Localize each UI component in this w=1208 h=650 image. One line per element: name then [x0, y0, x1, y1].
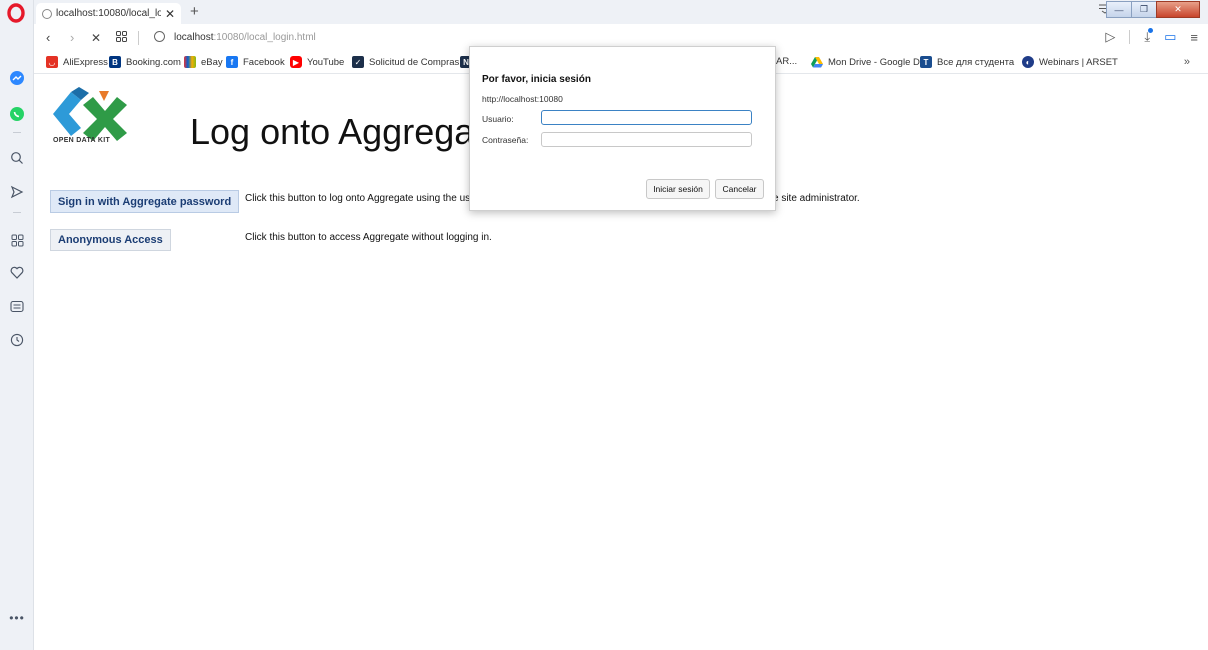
sign-in-description-end: e site administrator.: [773, 193, 860, 204]
dialog-title: Por favor, inicia sesión: [482, 74, 591, 85]
username-label: Usuario:: [482, 114, 514, 124]
bookmark-label: Все для студента: [937, 56, 1015, 68]
download-icon[interactable]: ⤓: [1144, 28, 1153, 45]
settings-menu-icon[interactable]: ≡: [1190, 30, 1198, 45]
bookmark-label: AR...: [776, 56, 798, 67]
bookmark-label: Booking.com: [126, 56, 181, 68]
odk-logo-text: OPEN DATA KIT: [53, 137, 111, 144]
sign-in-aggregate-button[interactable]: Sign in with Aggregate password: [50, 190, 240, 213]
messenger-icon[interactable]: [7, 68, 27, 88]
bookmark-label: Facebook: [243, 56, 285, 68]
address-divider: [1129, 30, 1131, 44]
bookmark-label: eBay: [201, 56, 223, 68]
opera-logo-icon[interactable]: [6, 3, 26, 23]
bookmark-facebook[interactable]: f Facebook: [226, 56, 285, 68]
whatsapp-icon[interactable]: [7, 104, 27, 124]
sidebar-divider: [13, 132, 21, 133]
stop-icon[interactable]: ✕: [91, 31, 101, 45]
tab-strip: localhost:10080/local_login.h ✕ +: [34, 0, 1208, 24]
bookmark-solicitud[interactable]: ✓ Solicitud de Compras...: [352, 56, 467, 68]
bookmark-label: YouTube: [307, 56, 345, 68]
youtube-icon: ▶: [290, 56, 302, 68]
student-icon: T: [920, 56, 932, 68]
more-icon[interactable]: •••: [7, 608, 27, 628]
close-window-button[interactable]: ✕: [1156, 1, 1200, 18]
aliexpress-icon: ◡: [46, 56, 58, 68]
cancel-button[interactable]: Cancelar: [715, 179, 764, 199]
bookmark-google-drive[interactable]: Mon Drive - Google D...: [811, 56, 928, 68]
bookmarks-overflow-icon[interactable]: »: [1184, 56, 1190, 68]
window-controls: — ❐ ✕: [1106, 1, 1200, 18]
restore-button[interactable]: ❐: [1131, 1, 1157, 18]
bookmark-label: Solicitud de Compras...: [369, 56, 468, 68]
google-drive-icon: [811, 56, 823, 68]
username-field[interactable]: [541, 110, 752, 125]
sidebar-divider: [13, 212, 21, 213]
bookmark-label: Webinars | ARSET: [1039, 56, 1118, 68]
loading-icon: [42, 8, 52, 19]
search-icon[interactable]: [7, 148, 27, 168]
page-title: Log onto Aggrega: [190, 111, 475, 152]
arset-icon: ◐: [1022, 56, 1034, 68]
speed-dial-icon[interactable]: [7, 230, 27, 250]
news-icon[interactable]: [7, 296, 27, 316]
facebook-icon: f: [226, 56, 238, 68]
battery-saver-icon[interactable]: ▭: [1164, 29, 1176, 45]
auth-dialog: Por favor, inicia sesión http://localhos…: [469, 46, 776, 211]
bookmark-label: Mon Drive - Google D...: [828, 56, 928, 68]
anonymous-access-button[interactable]: Anonymous Access: [50, 229, 171, 251]
minimize-button[interactable]: —: [1106, 1, 1132, 18]
bookmark-ar[interactable]: AR...: [776, 56, 797, 67]
bookmark-youtube[interactable]: ▶ YouTube: [290, 56, 344, 68]
bookmark-student[interactable]: T Все для студента: [920, 56, 1014, 68]
submit-button[interactable]: Iniciar sesión: [646, 179, 710, 199]
browser-sidebar: •••: [0, 0, 34, 650]
tab-title: localhost:10080/local_login.h: [56, 8, 161, 19]
history-icon[interactable]: [7, 330, 27, 350]
heart-icon[interactable]: [7, 262, 27, 282]
bookmark-ebay[interactable]: eBay: [184, 56, 223, 68]
booking-icon: B: [109, 56, 121, 68]
anonymous-description: Click this button to access Aggregate wi…: [245, 232, 492, 243]
bookmark-booking[interactable]: B Booking.com: [109, 56, 181, 68]
url-field[interactable]: localhost:10080/local_login.html: [174, 32, 316, 43]
solicitud-icon: ✓: [352, 56, 364, 68]
url-path: :10080/local_login.html: [213, 32, 316, 43]
bookmark-aliexpress[interactable]: ◡ AliExpress: [46, 56, 108, 68]
send-icon[interactable]: ▷: [1105, 29, 1115, 45]
new-tab-button[interactable]: +: [190, 3, 199, 20]
close-tab-icon[interactable]: ✕: [165, 7, 175, 21]
url-host: localhost: [174, 32, 214, 43]
dialog-origin: http://localhost:10080: [482, 94, 563, 104]
back-icon[interactable]: ‹: [46, 30, 50, 45]
send-icon[interactable]: [7, 182, 27, 202]
address-divider: [138, 31, 139, 45]
site-info-icon[interactable]: [154, 31, 165, 42]
ebay-icon: [184, 56, 196, 68]
bookmark-label: AliExpress: [63, 56, 108, 68]
sign-in-description: Click this button to log onto Aggregate …: [245, 193, 476, 204]
forward-icon[interactable]: ›: [70, 30, 74, 45]
browser-tab[interactable]: localhost:10080/local_login.h ✕: [36, 3, 181, 24]
address-actions: ▷ ⤓ ▭ ≡: [1105, 28, 1198, 45]
tabs-grid-icon[interactable]: [116, 30, 127, 45]
password-label: Contraseña:: [482, 135, 529, 145]
bookmark-arset[interactable]: ◐ Webinars | ARSET: [1022, 56, 1118, 68]
password-field[interactable]: [541, 132, 752, 147]
